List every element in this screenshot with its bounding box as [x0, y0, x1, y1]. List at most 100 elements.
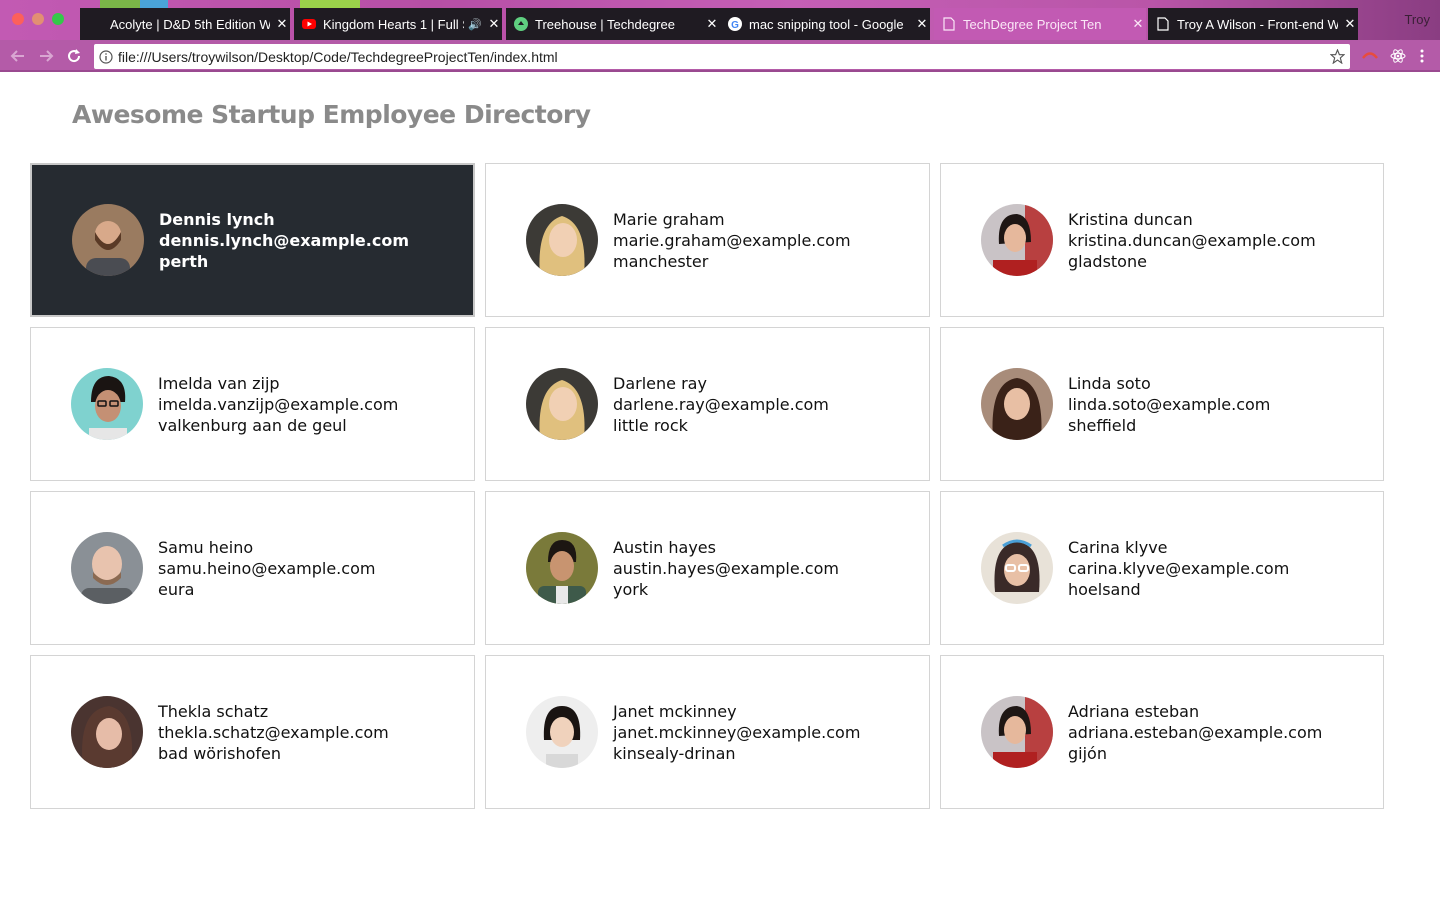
- employee-name: Imelda van zijp: [158, 373, 280, 393]
- employee-email: kristina.duncan@example.com: [1068, 230, 1316, 250]
- page-title: Awesome Startup Employee Directory: [72, 100, 591, 129]
- employee-email: linda.soto@example.com: [1068, 394, 1271, 414]
- employee-city: little rock: [613, 415, 688, 435]
- employee-email: darlene.ray@example.com: [613, 394, 829, 414]
- employee-email: marie.graham@example.com: [613, 230, 851, 250]
- google-icon: G: [728, 17, 742, 31]
- tab-close-icon[interactable]: ✕: [274, 16, 290, 32]
- employee-name: Kristina duncan: [1068, 209, 1193, 229]
- employee-name: Janet mckinney: [613, 701, 737, 721]
- forward-button[interactable]: [36, 46, 56, 66]
- avatar: [981, 532, 1053, 604]
- arrow-left-icon: [10, 50, 24, 62]
- tab-title: Acolyte | D&D 5th Edition W: [110, 16, 270, 32]
- svg-text:G: G: [731, 20, 739, 31]
- tab-close-icon[interactable]: ✕: [914, 16, 930, 32]
- employee-name: Thekla schatz: [158, 701, 269, 721]
- arrow-right-icon: [40, 50, 54, 62]
- employee-card[interactable]: Darlene ray darlene.ray@example.com litt…: [485, 327, 930, 481]
- tab-close-icon[interactable]: ✕: [1342, 16, 1358, 32]
- avatar: [981, 204, 1053, 276]
- avatar: [526, 204, 598, 276]
- avatar: [71, 696, 143, 768]
- employee-name: Carina klyve: [1068, 537, 1168, 557]
- employee-email: austin.hayes@example.com: [613, 558, 839, 578]
- minimize-window-button[interactable]: [32, 13, 44, 25]
- avatar: [526, 532, 598, 604]
- avatar: [71, 368, 143, 440]
- tab-title: Troy A Wilson - Front-end W: [1177, 16, 1338, 32]
- avatar: [981, 696, 1053, 768]
- employee-city: bad wörishofen: [158, 743, 281, 763]
- employee-card[interactable]: Marie graham marie.graham@example.com ma…: [485, 163, 930, 317]
- employee-email: adriana.esteban@example.com: [1068, 722, 1323, 742]
- url-input[interactable]: [118, 48, 1324, 65]
- extension-icon[interactable]: [1360, 46, 1380, 66]
- back-button[interactable]: [8, 46, 28, 66]
- avatar: [72, 204, 144, 276]
- tab-title: TechDegree Project Ten: [963, 16, 1102, 32]
- employee-city: manchester: [613, 251, 709, 271]
- tab-close-icon[interactable]: ✕: [486, 16, 502, 32]
- tab-title: mac snipping tool - Google: [749, 16, 904, 32]
- browser-tab[interactable]: Treehouse | Techdegree ✕: [506, 8, 720, 40]
- page-viewport: Awesome Startup Employee Directory Denni…: [0, 74, 1440, 900]
- avatar: [526, 696, 598, 768]
- employee-name: Austin hayes: [613, 537, 716, 557]
- info-icon[interactable]: [94, 49, 118, 64]
- employee-card[interactable]: Janet mckinney janet.mckinney@example.co…: [485, 655, 930, 809]
- employee-card[interactable]: Imelda van zijp imelda.vanzijp@example.c…: [30, 327, 475, 481]
- employee-card[interactable]: Dennis lynch dennis.lynch@example.com pe…: [30, 163, 475, 317]
- browser-tab[interactable]: G mac snipping tool - Google ✕: [720, 8, 930, 40]
- employee-email: samu.heino@example.com: [158, 558, 376, 578]
- browser-tab[interactable]: Kingdom Hearts 1 | Full S 🔊 ✕: [294, 8, 502, 40]
- theme-decoration: [140, 0, 168, 8]
- tab-title: Kingdom Hearts 1 | Full S: [323, 16, 465, 32]
- employee-city: hoelsand: [1068, 579, 1141, 599]
- employee-card[interactable]: Adriana esteban adriana.esteban@example.…: [940, 655, 1384, 809]
- employee-card[interactable]: Thekla schatz thekla.schatz@example.com …: [30, 655, 475, 809]
- employee-name: Darlene ray: [613, 373, 707, 393]
- employee-city: kinsealy-drinan: [613, 743, 736, 763]
- employee-city: perth: [159, 251, 209, 271]
- employee-email: dennis.lynch@example.com: [159, 230, 410, 250]
- tab-close-icon[interactable]: ✕: [704, 16, 720, 32]
- employee-city: sheffield: [1068, 415, 1137, 435]
- bookmark-star-icon[interactable]: [1324, 49, 1350, 64]
- employee-email: janet.mckinney@example.com: [613, 722, 861, 742]
- browser-tab[interactable]: Troy A Wilson - Front-end W ✕: [1148, 8, 1358, 40]
- document-icon: [1156, 17, 1170, 31]
- reload-icon: [68, 49, 81, 63]
- youtube-icon: [302, 17, 316, 31]
- avatar: [981, 368, 1053, 440]
- tab-close-icon[interactable]: ✕: [1130, 16, 1146, 32]
- employee-city: york: [613, 579, 649, 599]
- browser-tab[interactable]: Acolyte | D&D 5th Edition W ✕: [80, 8, 290, 40]
- browser-tab-strip: Acolyte | D&D 5th Edition W ✕ Kingdom He…: [0, 0, 1440, 40]
- employee-name: Dennis lynch: [159, 209, 275, 229]
- employee-card[interactable]: Linda soto linda.soto@example.com sheffi…: [940, 327, 1384, 481]
- menu-kebab-icon[interactable]: [1412, 46, 1432, 66]
- employee-card[interactable]: Samu heino samu.heino@example.com eura: [30, 491, 475, 645]
- reload-button[interactable]: [64, 46, 84, 66]
- react-devtools-icon[interactable]: [1388, 46, 1408, 66]
- profile-name[interactable]: Troy: [1404, 12, 1430, 27]
- avatar: [71, 532, 143, 604]
- employee-card[interactable]: Kristina duncan kristina.duncan@example.…: [940, 163, 1384, 317]
- employee-name: Marie graham: [613, 209, 725, 229]
- employee-name: Samu heino: [158, 537, 254, 557]
- document-icon: [942, 17, 956, 31]
- close-window-button[interactable]: [12, 13, 24, 25]
- browser-tab-active[interactable]: TechDegree Project Ten ✕: [934, 8, 1146, 40]
- employee-name: Adriana esteban: [1068, 701, 1200, 721]
- employee-name: Linda soto: [1068, 373, 1151, 393]
- treehouse-icon: [514, 17, 528, 31]
- audio-playing-icon[interactable]: 🔊: [468, 18, 482, 31]
- employee-card[interactable]: Carina klyve carina.klyve@example.com ho…: [940, 491, 1384, 645]
- employee-card[interactable]: Austin hayes austin.hayes@example.com yo…: [485, 491, 930, 645]
- employee-city: gijón: [1068, 743, 1107, 763]
- employee-city: valkenburg aan de geul: [158, 415, 347, 435]
- address-bar[interactable]: [94, 44, 1350, 69]
- tab-title: Treehouse | Techdegree: [535, 16, 675, 32]
- zoom-window-button[interactable]: [52, 13, 64, 25]
